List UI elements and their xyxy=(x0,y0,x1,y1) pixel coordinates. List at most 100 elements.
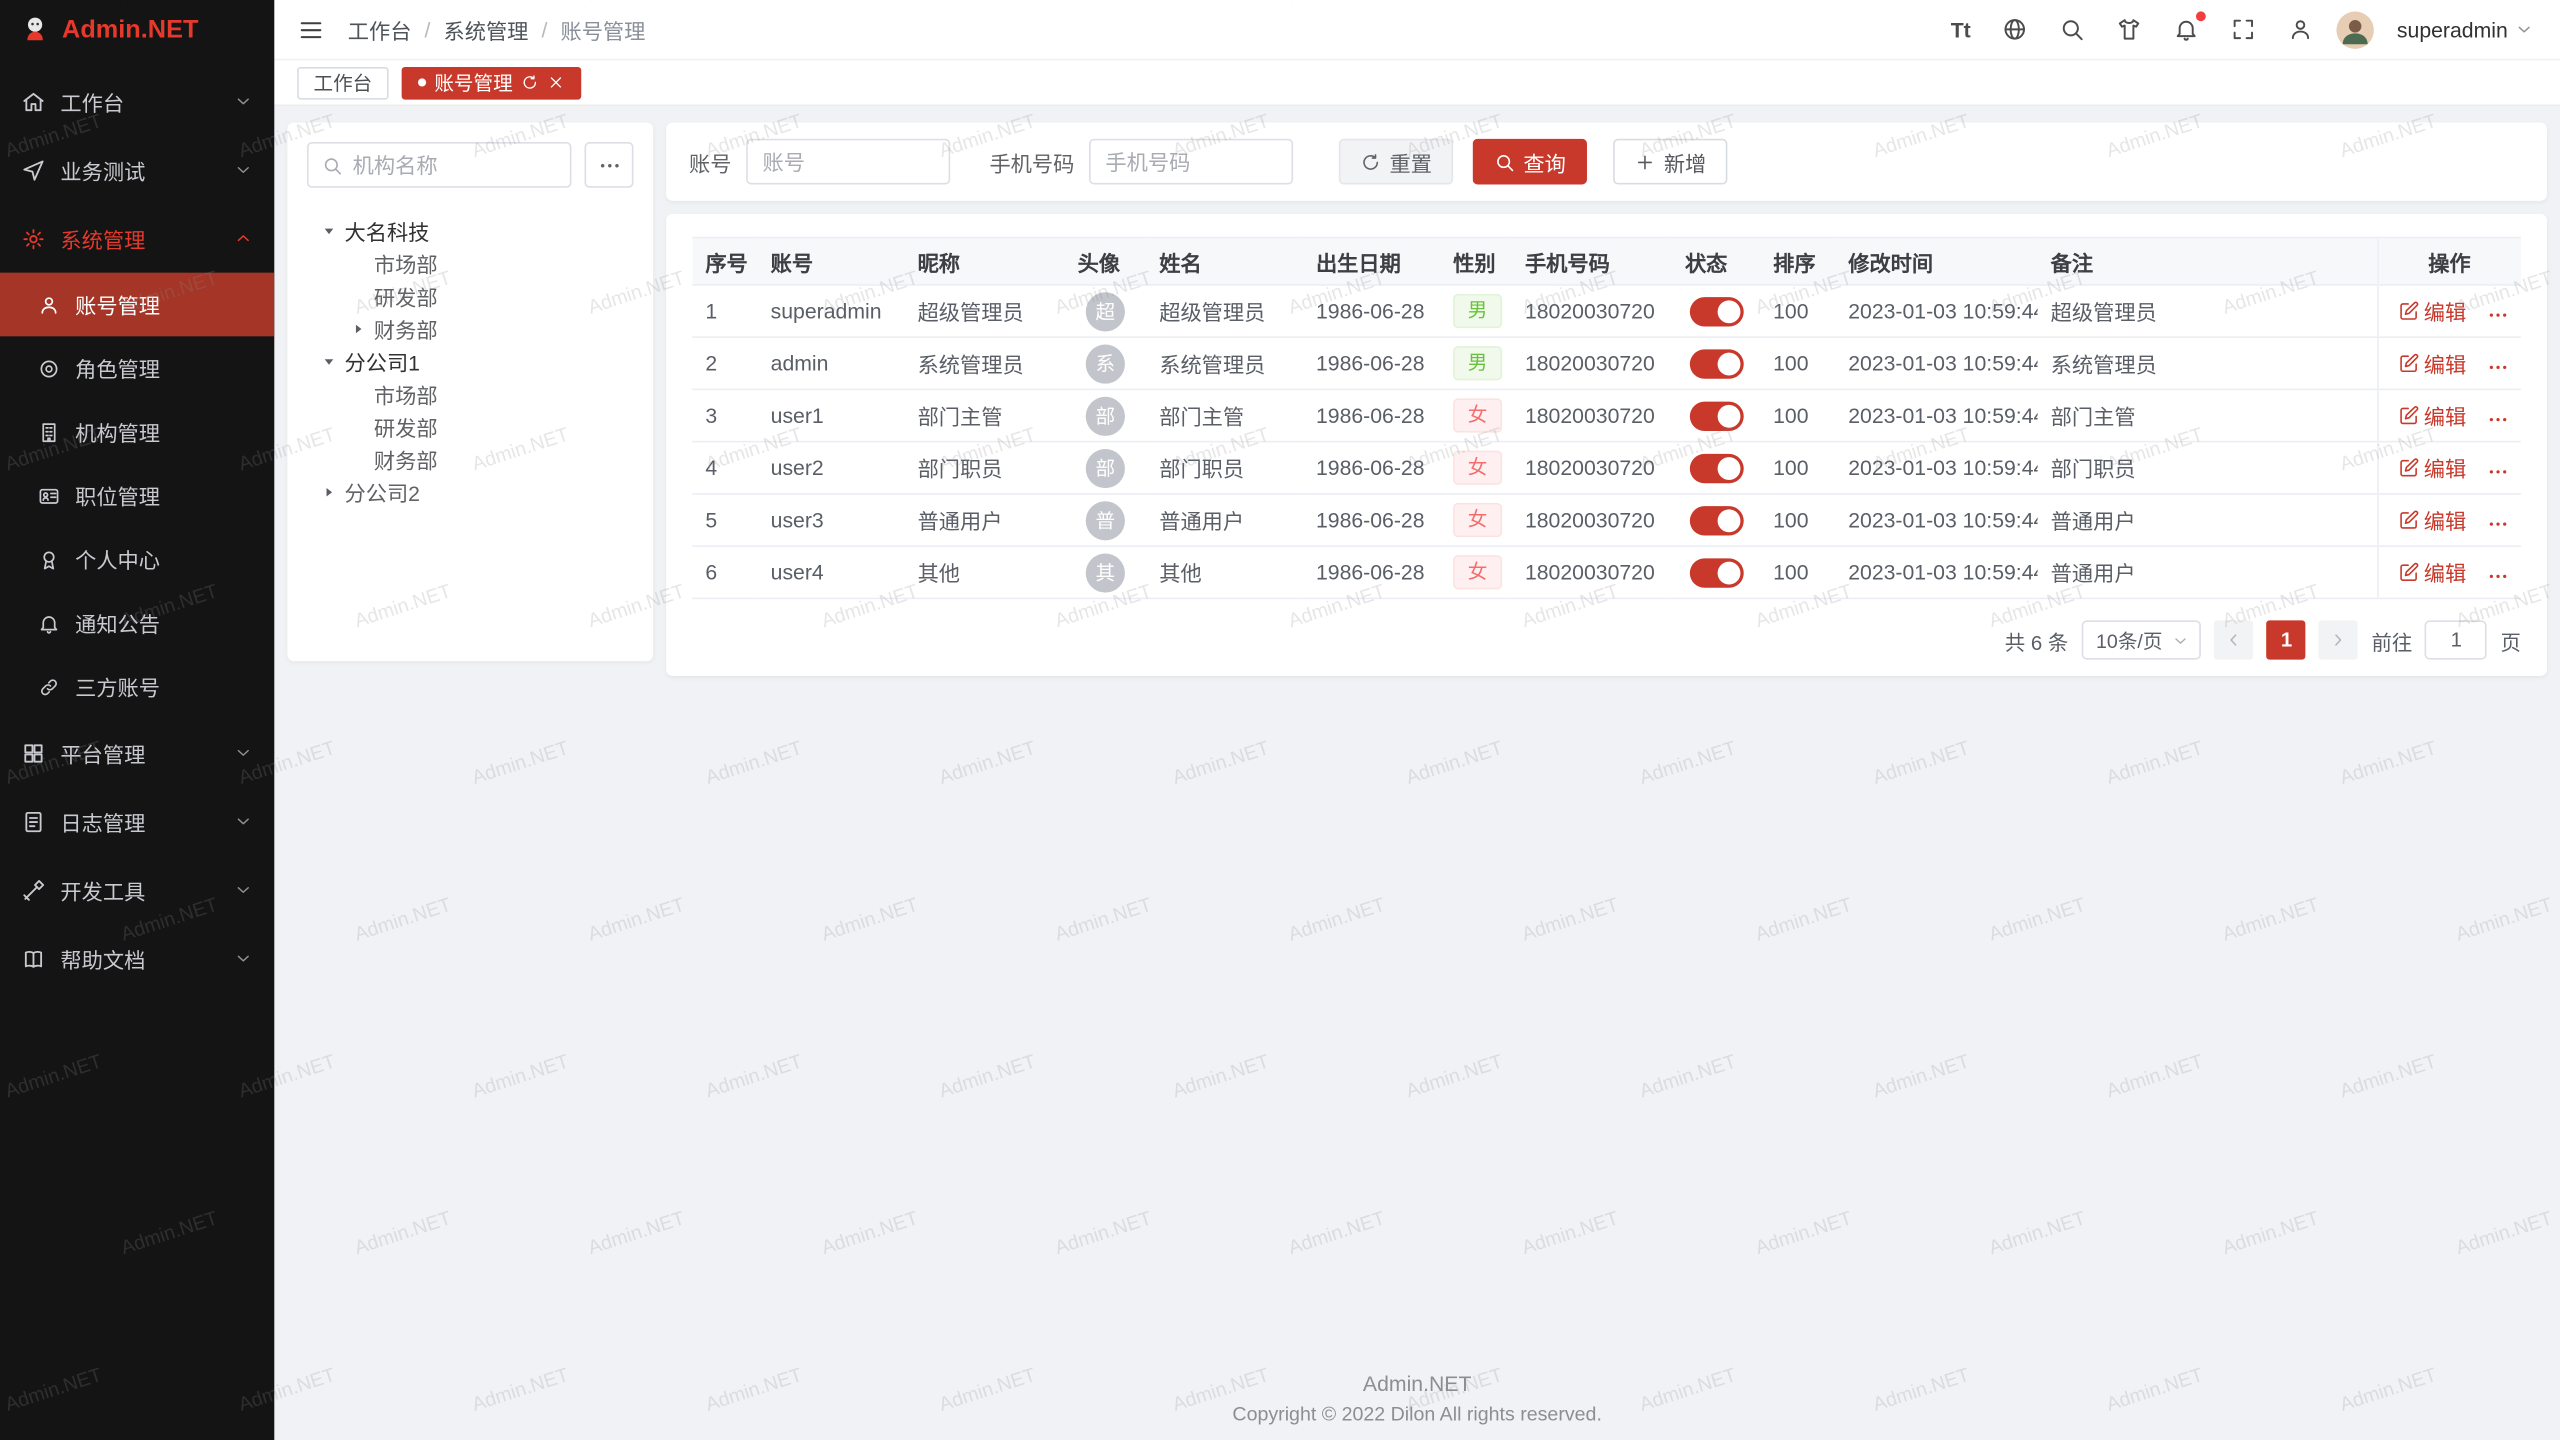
avatar: 普 xyxy=(1086,500,1125,539)
edit-button[interactable]: 编辑 xyxy=(2398,295,2467,326)
sidebar-item-org-management[interactable]: 机构管理 xyxy=(0,400,274,464)
sidebar-item-role-management[interactable]: 角色管理 xyxy=(0,336,274,400)
status-toggle[interactable] xyxy=(1689,296,1743,325)
sidebar-item-help-docs[interactable]: 帮助文档 xyxy=(0,924,274,993)
sidebar-item-workbench[interactable]: 工作台 xyxy=(0,67,274,136)
breadcrumb-item[interactable]: 系统管理 xyxy=(444,14,529,45)
cell-avatar: 普 xyxy=(1065,494,1147,546)
edit-button[interactable]: 编辑 xyxy=(2398,400,2467,431)
breadcrumb-item[interactable]: 工作台 xyxy=(348,14,412,45)
cell-name: 系统管理员 xyxy=(1146,337,1303,389)
tree-node[interactable]: 研发部 xyxy=(307,410,634,443)
edit-button[interactable]: 编辑 xyxy=(2398,556,2467,587)
caret-down-icon[interactable] xyxy=(317,223,341,238)
cell-birth: 1986-06-28 xyxy=(1303,494,1440,546)
sidebar-item-label: 系统管理 xyxy=(60,223,145,254)
sidebar-item-dev-tools[interactable]: 开发工具 xyxy=(0,856,274,925)
status-toggle[interactable] xyxy=(1689,558,1743,587)
more-actions-button[interactable] xyxy=(2486,513,2509,536)
chevron-down-icon xyxy=(233,949,253,969)
tree-node-label: 市场部 xyxy=(374,247,438,278)
sidebar-item-log-management[interactable]: 日志管理 xyxy=(0,787,274,856)
tree-node[interactable]: 分公司2 xyxy=(307,475,634,508)
page-size-select[interactable]: 10条/页 xyxy=(2081,620,2201,659)
tree-node[interactable]: 市场部 xyxy=(307,247,634,280)
status-toggle[interactable] xyxy=(1689,505,1743,534)
notification-icon[interactable] xyxy=(2173,16,2199,42)
cell-birth: 1986-06-28 xyxy=(1303,442,1440,494)
close-tab-icon[interactable] xyxy=(547,73,565,91)
hamburger-menu-icon[interactable] xyxy=(297,16,325,44)
reset-button[interactable]: 重置 xyxy=(1339,139,1453,185)
sidebar-item-label: 帮助文档 xyxy=(60,943,145,974)
chevron-down-icon xyxy=(233,811,253,831)
status-toggle[interactable] xyxy=(1689,453,1743,482)
refresh-tab-icon[interactable] xyxy=(521,73,539,91)
caret-right-icon[interactable] xyxy=(346,321,370,336)
theme-icon[interactable] xyxy=(2116,16,2142,42)
profile-icon[interactable] xyxy=(2288,16,2314,42)
user-menu[interactable]: superadmin xyxy=(2397,17,2534,41)
edit-button[interactable]: 编辑 xyxy=(2398,347,2467,378)
tree-node[interactable]: 财务部 xyxy=(307,442,634,475)
tree-node-label: 财务部 xyxy=(374,313,438,344)
caret-right-icon[interactable] xyxy=(317,484,341,499)
cell-no: 1 xyxy=(692,285,757,337)
sidebar-item-account-management[interactable]: 账号管理 xyxy=(0,273,274,337)
current-page[interactable]: 1 xyxy=(2267,620,2306,659)
column-header: 昵称 xyxy=(905,238,1065,285)
sidebar-item-label: 平台管理 xyxy=(60,737,145,768)
more-actions-button[interactable] xyxy=(2486,461,2509,484)
tree-node[interactable]: 财务部 xyxy=(307,312,634,345)
tab-account-management[interactable]: 账号管理 xyxy=(402,66,582,99)
accounts-table-card: 序号账号昵称头像姓名出生日期性别手机号码状态排序修改时间备注操作 1supera… xyxy=(666,214,2547,676)
avatar[interactable] xyxy=(2336,11,2374,49)
caret-down-icon[interactable] xyxy=(317,353,341,368)
sidebar-item-notice-announcement[interactable]: 通知公告 xyxy=(0,591,274,655)
next-page-button[interactable] xyxy=(2319,620,2358,659)
search-button[interactable]: 查询 xyxy=(1473,139,1587,185)
account-input[interactable] xyxy=(746,139,950,185)
prev-page-button[interactable] xyxy=(2215,620,2254,659)
edit-button-label: 编辑 xyxy=(2424,556,2466,587)
sidebar-item-position-management[interactable]: 职位管理 xyxy=(0,464,274,528)
cell-birth: 1986-06-28 xyxy=(1303,337,1440,389)
building-icon xyxy=(38,420,61,443)
sidebar-item-label: 业务测试 xyxy=(60,154,145,185)
more-actions-button[interactable] xyxy=(2486,356,2509,379)
sidebar-item-platform-management[interactable]: 平台管理 xyxy=(0,718,274,787)
column-header: 序号 xyxy=(692,238,757,285)
column-header: 备注 xyxy=(2038,238,2378,285)
more-actions-button[interactable] xyxy=(2486,565,2509,588)
cell-order: 100 xyxy=(1760,337,1835,389)
cell-account: superadmin xyxy=(758,285,905,337)
more-actions-button[interactable] xyxy=(2486,409,2509,432)
fullscreen-icon[interactable] xyxy=(2230,16,2256,42)
tree-node[interactable]: 大名科技 xyxy=(307,214,634,247)
goto-page-input[interactable] xyxy=(2425,620,2487,659)
tree-node[interactable]: 市场部 xyxy=(307,377,634,410)
edit-button[interactable]: 编辑 xyxy=(2398,452,2467,483)
more-actions-button[interactable] xyxy=(2486,304,2509,327)
font-size-icon[interactable]: Tt xyxy=(1951,17,1971,41)
sidebar-item-system-management[interactable]: 系统管理 xyxy=(0,204,274,273)
sidebar: Admin.NET 工作台业务测试系统管理账号管理角色管理机构管理职位管理个人中… xyxy=(0,0,274,1440)
cell-gender: 女 xyxy=(1440,389,1512,441)
status-toggle[interactable] xyxy=(1689,349,1743,378)
sidebar-item-personal-center[interactable]: 个人中心 xyxy=(0,527,274,591)
phone-input[interactable] xyxy=(1089,139,1293,185)
org-search-input[interactable] xyxy=(353,153,557,177)
org-more-button[interactable] xyxy=(585,142,634,188)
tree-node[interactable]: 分公司1 xyxy=(307,344,634,377)
sidebar-item-third-party-account[interactable]: 三方账号 xyxy=(0,655,274,719)
language-icon[interactable] xyxy=(2002,16,2028,42)
search-icon[interactable] xyxy=(2059,16,2085,42)
chevron-down-icon xyxy=(233,743,253,763)
edit-button[interactable]: 编辑 xyxy=(2398,504,2467,535)
status-toggle[interactable] xyxy=(1689,401,1743,430)
add-button[interactable]: 新增 xyxy=(1613,139,1727,185)
tree-node[interactable]: 研发部 xyxy=(307,279,634,312)
tab-workbench[interactable]: 工作台 xyxy=(297,66,388,99)
cell-name: 其他 xyxy=(1146,546,1303,598)
sidebar-item-business-test[interactable]: 业务测试 xyxy=(0,136,274,205)
